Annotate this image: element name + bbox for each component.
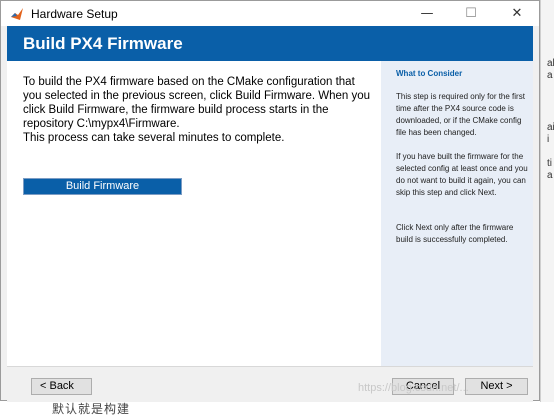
what-to-consider-panel: What to Consider This step is required o… [381, 61, 533, 366]
next-button[interactable]: Next > [465, 378, 528, 395]
bg-fragment: a [547, 170, 553, 181]
minimize-button[interactable]: — [405, 1, 449, 26]
build-firmware-button[interactable]: Build Firmware [23, 178, 182, 195]
watermark-text: https://blog.csdn.net/... [358, 382, 469, 394]
background-page-text: 默认就是构建 [0, 402, 554, 416]
background-window-edge: al a ai i ti a [540, 0, 554, 413]
sidebar-heading: What to Consider [396, 69, 463, 78]
sidebar-paragraph: This step is required only for the first… [396, 92, 525, 137]
main-content: To build the PX4 firmware based on the C… [7, 61, 381, 366]
instructions-paragraph: This process can take several minutes to… [23, 132, 285, 144]
bg-fragment: a [547, 70, 553, 81]
hardware-setup-window: Hardware Setup — ☐ ✕ Build PX4 Firmware … [0, 0, 540, 402]
page-title: Build PX4 Firmware [23, 34, 183, 53]
page-header: Build PX4 Firmware [7, 26, 533, 61]
bg-fragment: al [547, 58, 554, 69]
bg-bottom-text: 默认就是构建 [52, 402, 131, 416]
sidebar-paragraph: Click Next only after the firmware build… [396, 223, 514, 244]
window-title: Hardware Setup [31, 7, 118, 21]
bg-fragment: i [547, 134, 550, 145]
maximize-button[interactable]: ☐ [449, 1, 493, 26]
instructions-text: To build the PX4 firmware based on the C… [23, 75, 373, 145]
instructions-paragraph: To build the PX4 firmware based on the C… [23, 76, 371, 130]
back-button[interactable]: < Back [31, 378, 92, 395]
sidebar-paragraph: If you have built the firmware for the s… [396, 152, 528, 197]
title-bar[interactable]: Hardware Setup — ☐ ✕ [1, 1, 539, 26]
matlab-logo-icon [11, 8, 23, 20]
bg-fragment: ti [547, 158, 552, 169]
close-button[interactable]: ✕ [495, 1, 539, 26]
bg-fragment: ai [547, 122, 554, 133]
